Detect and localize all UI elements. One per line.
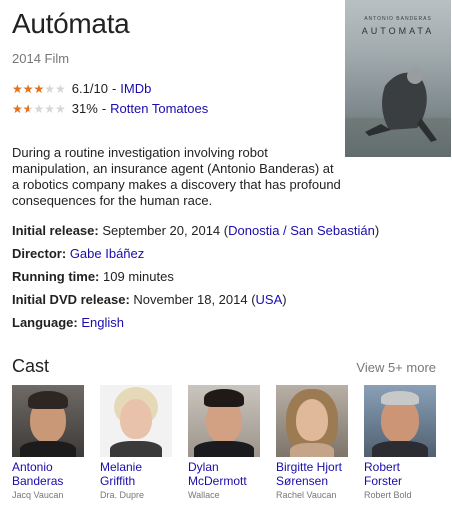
cast-role: Wallace	[188, 490, 220, 500]
imdb-score: 6.1/10	[71, 81, 108, 96]
fact-director: Director: Gabe Ibáñez	[12, 246, 144, 261]
fact-label: Initial DVD release:	[12, 292, 130, 307]
cast-name[interactable]: Antonio Banderas	[12, 460, 88, 488]
movie-poster[interactable]: ANTONIO BANDERAS AUTOMATA	[345, 0, 451, 157]
imdb-rating: ★★★★★★★★★★ 6.1/10 - IMDb	[12, 81, 152, 96]
cast-heading: Cast	[12, 356, 50, 376]
imdb-stars: ★★★★★★★★★★	[12, 81, 66, 96]
rotten-tomatoes-link[interactable]: Rotten Tomatoes	[110, 101, 208, 116]
view-more-cast-link[interactable]: View 5+ more	[356, 360, 436, 375]
cast-photo[interactable]	[188, 385, 260, 457]
cast-role: Rachel Vaucan	[276, 490, 337, 500]
poster-figure-graphic	[345, 68, 451, 157]
release-location-link[interactable]: Donostia / San Sebastián	[228, 223, 375, 238]
cast-card[interactable]: Antonio Banderas Jacq Vaucan	[12, 385, 88, 500]
cast-role: Jacq Vaucan	[12, 490, 64, 500]
rotten-tomatoes-rating: ★★★★★★★★★★ 31% - Rotten Tomatoes	[12, 101, 209, 116]
movie-title: Autómata	[12, 8, 130, 39]
movie-subtitle: 2014 Film	[12, 51, 70, 66]
cast-photo[interactable]	[12, 385, 84, 457]
cast-name[interactable]: Robert Forster	[364, 460, 440, 488]
movie-description: During a routine investigation involving…	[12, 145, 341, 208]
fact-dvd-release: Initial DVD release: November 18, 2014 (…	[12, 292, 287, 307]
imdb-link[interactable]: IMDb	[120, 81, 151, 96]
cast-name[interactable]: Birgitte Hjort Sørensen	[276, 460, 352, 488]
fact-language: Language: English	[12, 315, 124, 330]
cast-photo[interactable]	[364, 385, 436, 457]
language-link[interactable]: English	[81, 315, 124, 330]
fact-running-time: Running time: 109 minutes	[12, 269, 174, 284]
cast-role: Dra. Dupre	[100, 490, 145, 500]
fact-label: Language:	[12, 315, 78, 330]
rotten-tomatoes-stars: ★★★★★★★★★★	[12, 101, 66, 116]
cast-card[interactable]: Birgitte Hjort Sørensen Rachel Vaucan	[276, 385, 352, 500]
rotten-tomatoes-score: 31%	[71, 101, 98, 116]
director-link[interactable]: Gabe Ibáñez	[70, 246, 144, 261]
cast-card[interactable]: Robert Forster Robert Bold	[364, 385, 440, 500]
cast-name[interactable]: Dylan McDermott	[188, 460, 264, 488]
cast-photo[interactable]	[100, 385, 172, 457]
cast-photo[interactable]	[276, 385, 348, 457]
cast-name[interactable]: Melanie Griffith	[100, 460, 176, 488]
cast-role: Robert Bold	[364, 490, 412, 500]
cast-card[interactable]: Dylan McDermott Wallace	[188, 385, 264, 500]
knowledge-panel: Autómata 2014 Film ANTONIO BANDERAS AUTO…	[0, 0, 452, 509]
fact-label: Director:	[12, 246, 67, 261]
cast-card[interactable]: Melanie Griffith Dra. Dupre	[100, 385, 176, 500]
fact-label: Running time:	[12, 269, 100, 284]
dvd-region-link[interactable]: USA	[256, 292, 283, 307]
fact-label: Initial release:	[12, 223, 99, 238]
fact-initial-release: Initial release: September 20, 2014 (Don…	[12, 223, 380, 238]
